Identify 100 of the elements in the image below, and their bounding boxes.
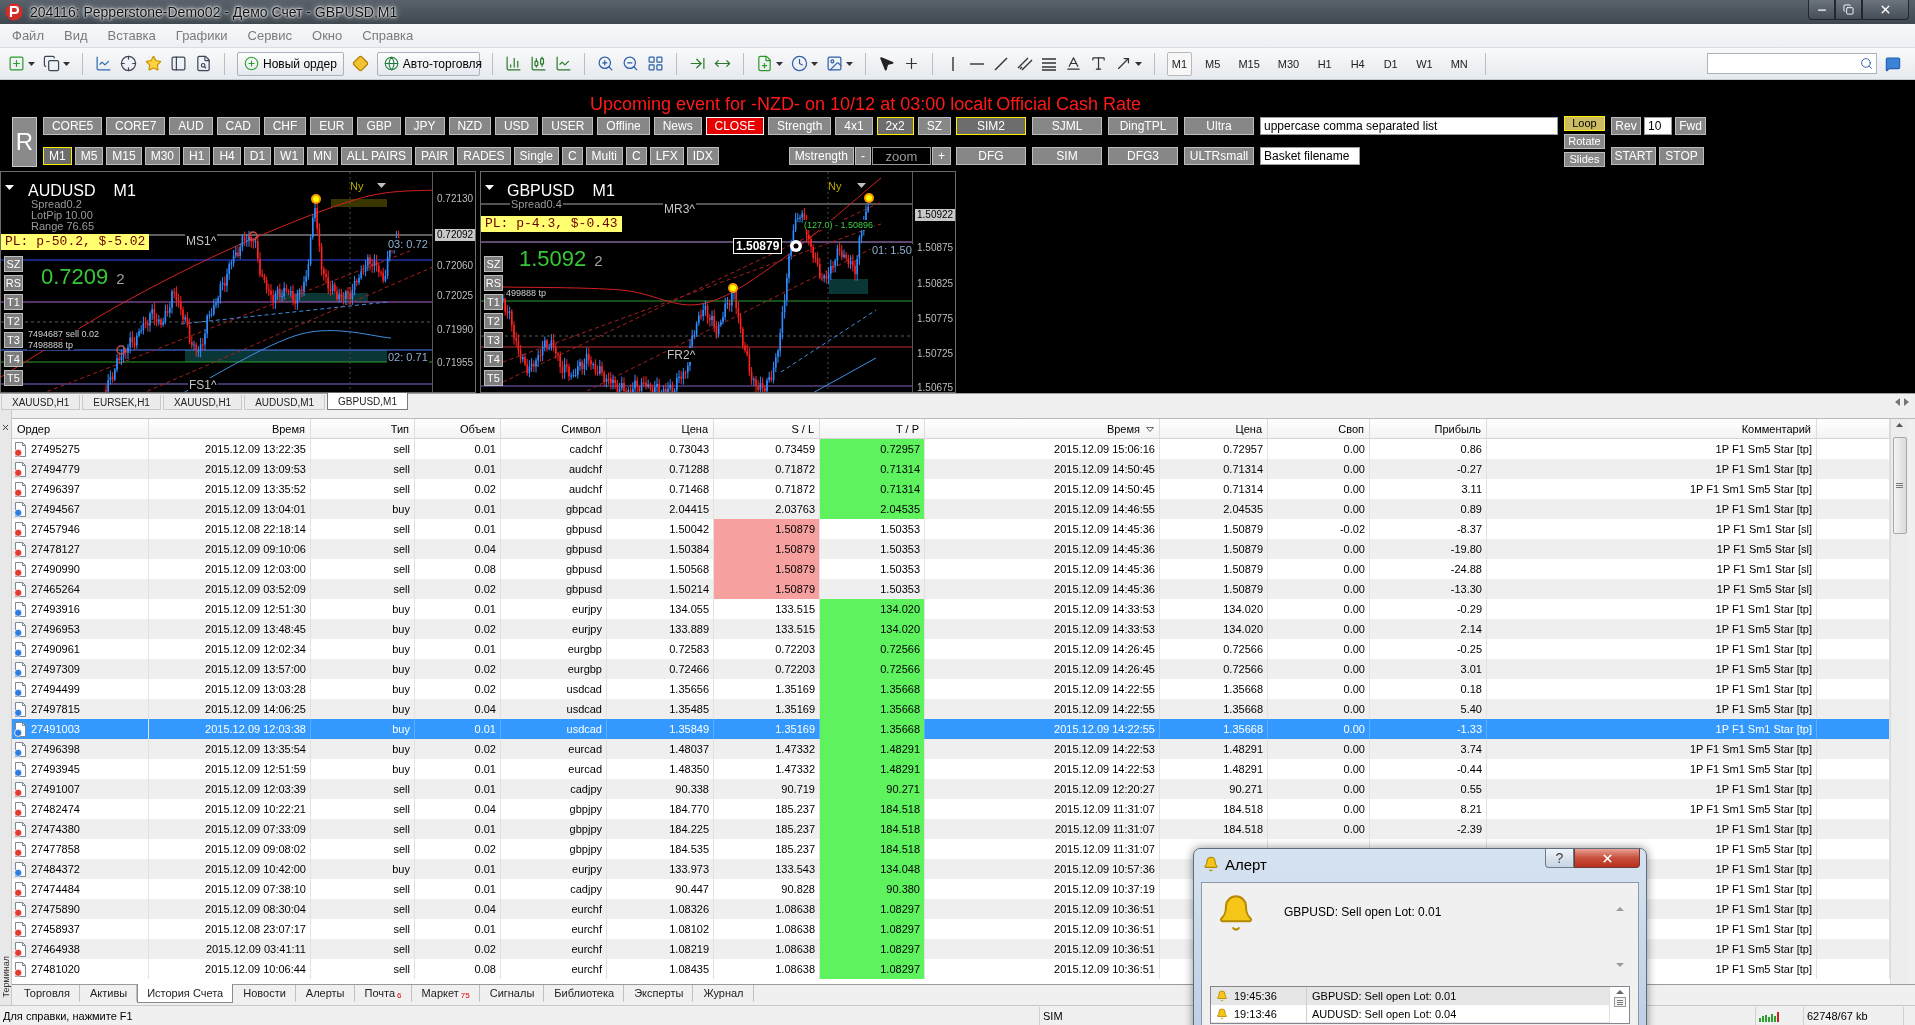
panel-button[interactable]: 4x1 (835, 117, 873, 135)
clock-icon[interactable] (790, 55, 808, 72)
chart-tab[interactable]: XAUUSD,H1 (1, 395, 81, 410)
close-button[interactable] (1862, 0, 1909, 20)
panel-button[interactable]: LFX (649, 147, 684, 165)
autotrading-button[interactable]: Авто-торговля (376, 51, 480, 76)
slideshow-button[interactable]: Slides (1564, 152, 1605, 167)
panel-button[interactable]: EUR (310, 117, 354, 135)
run-button[interactable]: STOP (1659, 147, 1704, 165)
zoom-out-icon[interactable] (621, 55, 639, 72)
table-row[interactable]: 27493916 2015.12.09 12:51:30 buy 0.01 eurjpy 134.055 133.515 134.020 2015.12.09 14:33:53 134.020 0.00 -0.29 1P F1 Sm1 Star [tp] (12, 599, 1890, 619)
menu-item[interactable]: Окно (302, 28, 353, 43)
rev-button[interactable]: Rev (1611, 117, 1641, 135)
terminal-tab[interactable]: Торговля (14, 985, 80, 1002)
table-row[interactable]: 27494499 2015.12.09 13:03:28 buy 0.02 usdcad 1.35656 1.35169 1.35668 2015.12.09 14:22:55 1.35668 0.00 0.18 1P F1 Sm1 Star [tp] (12, 679, 1890, 699)
menu-item[interactable]: Справка (352, 28, 424, 43)
terminal-tab[interactable]: Новости (233, 985, 296, 1002)
panel-button[interactable]: CORE5 (43, 117, 103, 135)
scrollbar-thumb[interactable] (1892, 437, 1907, 534)
table-row[interactable]: 27490990 2015.12.09 12:03:00 sell 0.08 gbpusd 1.50568 1.50879 1.50353 2015.12.09 14:45:36 1.50879 0.00 -24.88 1P F1 Sm1 Star [sl] (12, 559, 1890, 579)
zoom-in-icon[interactable] (596, 55, 614, 72)
caret-icon[interactable] (845, 61, 853, 66)
terminal-tab[interactable]: Журнал (693, 985, 754, 1002)
panel-icon[interactable] (170, 55, 187, 72)
panel-button[interactable]: DFG (956, 147, 1026, 165)
minimize-button[interactable] (1808, 0, 1835, 20)
mstrength-button[interactable]: Mstrength (788, 147, 854, 165)
timeframe-button[interactable]: MN (1445, 51, 1473, 76)
caret-icon[interactable] (28, 61, 35, 66)
panel-button[interactable]: AUD (169, 117, 213, 135)
panel-button[interactable]: H4 (213, 147, 241, 165)
close-button[interactable] (1574, 849, 1640, 868)
panel-button[interactable]: Ultra (1184, 117, 1254, 135)
basket-input[interactable]: Basket filename (1260, 147, 1360, 165)
panel-button[interactable]: CORE7 (106, 117, 166, 135)
arrow-to-line-icon[interactable] (688, 55, 706, 72)
caret-icon[interactable] (1134, 61, 1142, 66)
panel-button[interactable]: GBP (357, 117, 401, 135)
diamond-icon[interactable] (351, 55, 369, 72)
channel-icon[interactable] (1016, 55, 1033, 72)
panel-button[interactable]: CHF (263, 117, 307, 135)
panel-button[interactable]: CLOSE (705, 117, 765, 135)
table-row[interactable]: 27493945 2015.12.09 12:51:59 buy 0.01 eurcad 1.48350 1.47332 1.48291 2015.12.09 14:22:53 1.48291 0.00 -0.44 1P F1 Sm1 Sm5 Star [tp] (12, 759, 1890, 779)
panel-button[interactable]: SIM2 (956, 117, 1026, 135)
panel-button[interactable]: SJML (1032, 117, 1102, 135)
help-button[interactable]: ? (1545, 849, 1574, 868)
diagonal-line-icon[interactable] (992, 55, 1009, 72)
panel-button[interactable]: JPY (404, 117, 445, 135)
r-button[interactable]: R (12, 117, 37, 167)
cursor-icon[interactable] (877, 55, 895, 72)
timeframe-button[interactable]: W1 (1411, 51, 1438, 76)
slideshow-button[interactable]: Rotate (1564, 134, 1605, 149)
table-row[interactable]: 27478127 2015.12.09 09:10:06 sell 0.04 gbpusd 1.50384 1.50879 1.50353 2015.12.09 14:45:36 1.50879 0.00 -19.80 1P F1 Sm5 Star [sl] (12, 539, 1890, 559)
panel-button[interactable]: DingTPL (1108, 117, 1178, 135)
grid-icon[interactable] (646, 55, 664, 72)
chart-tab[interactable]: AUDUSD,M1 (244, 395, 326, 410)
table-row[interactable]: 27457946 2015.12.08 22:18:14 sell 0.01 gbpusd 1.50042 1.50879 1.50353 2015.12.09 14:45:36 1.50879 -0.02 -8.37 1P F1 Sm1 Star [sl] (12, 519, 1890, 539)
chart-icon[interactable] (95, 55, 112, 72)
caret-icon[interactable] (63, 61, 70, 66)
panel-button[interactable]: USER (542, 117, 594, 135)
panel-button[interactable]: W1 (274, 147, 305, 165)
run-button[interactable]: START (1611, 147, 1656, 165)
copy-icon[interactable] (43, 55, 60, 72)
chart-tab[interactable]: XAUUSD,H1 (162, 395, 243, 410)
table-row[interactable]: 27474380 2015.12.09 07:33:09 sell 0.01 gbpjpy 184.225 185.237 184.518 2015.12.09 11:31:07 184.518 0.00 -2.39 1P F1 Sm1 Star [tp] (12, 819, 1890, 839)
step-input[interactable]: 10 (1644, 117, 1672, 135)
panel-button[interactable]: Offline (597, 117, 650, 135)
zoom-in-button[interactable]: + (932, 147, 951, 165)
menu-item[interactable]: Графики (165, 28, 238, 43)
table-row[interactable]: 27494779 2015.12.09 13:09:53 sell 0.01 audchf 0.71288 0.71872 0.71314 2015.12.09 14:50:45 0.71314 0.00 -0.27 1P F1 Sm1 Star [tp] (12, 459, 1890, 479)
table-row[interactable]: 27490961 2015.12.09 12:02:34 buy 0.01 eurgbp 0.72583 0.72203 0.72566 2015.12.09 14:26:45 0.72566 0.00 -0.25 1P F1 Sm1 Star [tp] (12, 639, 1890, 659)
bar-chart-icon[interactable] (504, 55, 522, 72)
timeframe-button[interactable]: M30 (1272, 51, 1305, 76)
line-chart-icon[interactable] (554, 55, 572, 72)
table-row[interactable]: 27491003 2015.12.09 12:03:38 buy 0.01 usdcad 1.35849 1.35169 1.35668 2015.12.09 14:22:55 1.35668 0.00 -1.33 1P F1 Sm1 Star [tp] (12, 719, 1890, 739)
panel-button[interactable]: USD (495, 117, 539, 135)
panel-button[interactable]: CAD (216, 117, 260, 135)
panel-button[interactable]: Multi (585, 147, 623, 165)
terminal-tab[interactable]: Сигналы (479, 985, 545, 1002)
panel-button[interactable]: Strength (768, 117, 832, 135)
table-row[interactable]: 27496953 2015.12.09 13:48:45 buy 0.02 eurjpy 133.889 133.515 134.020 2015.12.09 14:33:53 134.020 0.00 2.14 1P F1 Sm5 Star [tp] (12, 619, 1890, 639)
restore-button[interactable] (1835, 0, 1862, 20)
panel-button[interactable]: ULTRsmall (1184, 147, 1254, 165)
panel-button[interactable]: M15 (106, 147, 142, 165)
picture-icon[interactable] (825, 55, 843, 72)
panel-button[interactable]: ALL PAIRS (340, 147, 413, 165)
menu-item[interactable]: Сервис (237, 28, 303, 43)
table-row[interactable]: 27497309 2015.12.09 13:57:00 buy 0.02 eurgbp 0.72466 0.72203 0.72566 2015.12.09 14:26:45 0.72566 0.00 3.01 1P F1 Sm5 Star [tp] (12, 659, 1890, 679)
timeframe-button[interactable]: M1 (1166, 51, 1193, 76)
table-row[interactable]: 27497815 2015.12.09 14:06:25 buy 0.04 usdcad 1.35485 1.35169 1.35668 2015.12.09 14:22:55 1.35668 0.00 5.40 1P F1 Sm5 Star [tp] (12, 699, 1890, 719)
right-arrow-icon[interactable] (1904, 398, 1909, 406)
left-arrow-icon[interactable] (1895, 398, 1900, 406)
table-row[interactable]: 27496398 2015.12.09 13:35:54 buy 0.02 eurcad 1.48037 1.47332 1.48291 2015.12.09 14:22:53 1.48291 0.00 3.74 1P F1 Sm1 Sm5 Star [tp] (12, 739, 1890, 759)
slideshow-button[interactable]: Loop (1564, 116, 1605, 131)
table-row[interactable]: 27496397 2015.12.09 13:35:52 sell 0.02 audchf 0.71468 0.71872 0.71314 2015.12.09 14:50:45 0.71314 0.00 3.11 1P F1 Sm1 Sm5 Star [tp] (12, 479, 1890, 499)
menu-item[interactable]: Вставка (97, 28, 166, 43)
search-field[interactable] (1707, 53, 1877, 74)
panel-button[interactable]: M1 (43, 147, 72, 165)
scroll-up-icon[interactable] (1896, 423, 1903, 427)
terminal-tab[interactable]: Алерты (295, 985, 355, 1002)
